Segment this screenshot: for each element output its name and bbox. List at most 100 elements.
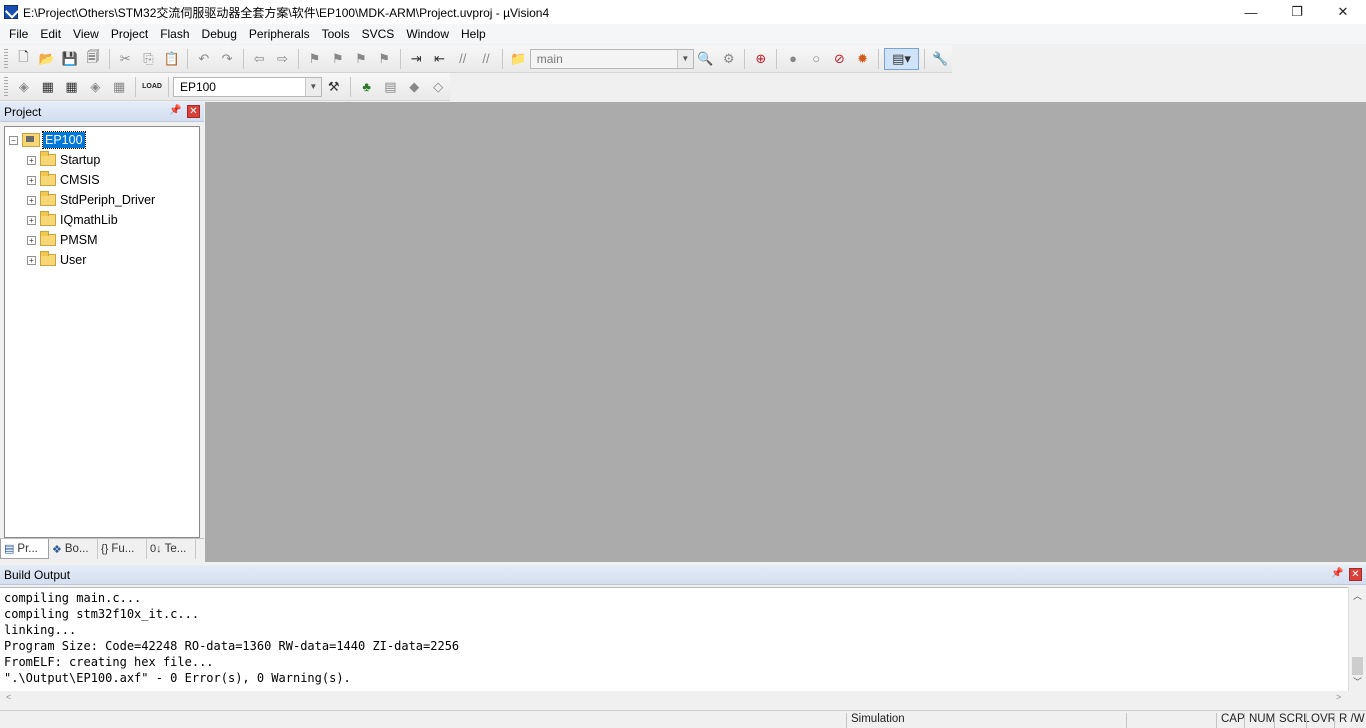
menu-project[interactable]: Project bbox=[106, 27, 153, 41]
expand-icon[interactable]: + bbox=[27, 175, 36, 185]
tree-group-pmsm[interactable]: + PMSM bbox=[27, 230, 98, 250]
menu-debug[interactable]: Debug bbox=[197, 27, 242, 41]
build-output-text[interactable]: compiling main.c... compiling stm32f10x_… bbox=[0, 587, 1348, 691]
expand-icon[interactable]: + bbox=[27, 215, 36, 225]
scroll-up-icon[interactable]: ︿ bbox=[1349, 589, 1366, 603]
menu-tools[interactable]: Tools bbox=[317, 27, 355, 41]
tab-books[interactable]: ❖ Bo... bbox=[49, 539, 98, 559]
stop-build-icon[interactable]: ▦ bbox=[108, 76, 130, 98]
toolbar-separator bbox=[349, 76, 351, 97]
menu-svcs[interactable]: SVCS bbox=[357, 27, 400, 41]
tree-group-startup[interactable]: + Startup bbox=[27, 150, 100, 170]
manage-components-icon[interactable]: ♣ bbox=[356, 76, 378, 98]
tree-group-label[interactable]: IQmathLib bbox=[60, 213, 118, 227]
close-icon[interactable]: ✕ bbox=[187, 105, 200, 118]
menu-peripherals[interactable]: Peripherals bbox=[244, 27, 315, 41]
pin-icon[interactable]: 📌 bbox=[169, 105, 181, 118]
menu-window[interactable]: Window bbox=[401, 27, 454, 41]
tree-group-iqmathlib[interactable]: + IQmathLib bbox=[27, 210, 118, 230]
configure-icon[interactable]: 🔧 bbox=[930, 48, 951, 70]
tree-group-label[interactable]: CMSIS bbox=[60, 173, 100, 187]
scroll-right-icon[interactable]: > bbox=[1336, 692, 1341, 702]
maximize-button[interactable]: ❐ bbox=[1274, 0, 1320, 24]
tree-group-label[interactable]: StdPeriph_Driver bbox=[60, 193, 155, 207]
indent-icon[interactable]: ⇥ bbox=[406, 48, 427, 70]
scroll-down-icon[interactable]: ﹀ bbox=[1349, 675, 1366, 689]
build-icon[interactable]: ▦ bbox=[37, 76, 59, 98]
tree-group-label[interactable]: User bbox=[60, 253, 86, 267]
unindent-icon[interactable]: ⇤ bbox=[429, 48, 450, 70]
enable-breakpoint-icon[interactable]: ○ bbox=[806, 48, 827, 70]
expand-icon[interactable]: + bbox=[27, 195, 36, 205]
menu-view[interactable]: View bbox=[68, 27, 104, 41]
incremental-find-icon[interactable]: ⚙ bbox=[718, 48, 739, 70]
target-select[interactable]: EP100 ▼ bbox=[172, 76, 322, 97]
uncomment-icon[interactable]: // bbox=[475, 48, 496, 70]
bookmark-toggle-icon[interactable]: ⚑ bbox=[304, 48, 325, 70]
close-window-button[interactable]: ✕ bbox=[1320, 0, 1366, 24]
tree-group-stdperiph-driver[interactable]: + StdPeriph_Driver bbox=[27, 190, 155, 210]
horizontal-scrollbar[interactable]: < > bbox=[0, 691, 1348, 707]
batch-build-icon[interactable]: ◈ bbox=[84, 76, 106, 98]
translate-icon[interactable]: ◈ bbox=[13, 76, 35, 98]
bookmark-clear-icon[interactable]: ⚑ bbox=[374, 48, 395, 70]
chevron-down-icon[interactable]: ▼ bbox=[304, 77, 321, 96]
tree-group-cmsis[interactable]: + CMSIS bbox=[27, 170, 100, 190]
find-icon[interactable]: 🔍 bbox=[695, 48, 716, 70]
books-icon[interactable]: ◇ bbox=[427, 76, 449, 98]
folder-icon bbox=[40, 251, 56, 266]
load-download-icon[interactable]: LOAD bbox=[141, 76, 163, 98]
comment-icon[interactable]: // bbox=[452, 48, 473, 70]
window-layout-icon[interactable]: ▤▾ bbox=[884, 47, 919, 70]
bookmark-next-icon[interactable]: ⚑ bbox=[350, 48, 371, 70]
select-packs-icon[interactable]: ◆ bbox=[403, 76, 425, 98]
vertical-scrollbar[interactable]: ︿ ﹀ bbox=[1348, 587, 1366, 691]
menu-help[interactable]: Help bbox=[456, 27, 491, 41]
toolbar-grip[interactable] bbox=[4, 48, 8, 69]
undo-icon[interactable]: ↶ bbox=[193, 48, 214, 70]
menu-edit[interactable]: Edit bbox=[35, 27, 66, 41]
copy-icon[interactable]: ⎘ bbox=[138, 48, 159, 70]
scroll-left-icon[interactable]: < bbox=[6, 692, 11, 702]
tree-group-label[interactable]: Startup bbox=[60, 153, 100, 167]
tree-root-label[interactable]: EP100 bbox=[42, 131, 86, 149]
bookmark-prev-icon[interactable]: ⚑ bbox=[327, 48, 348, 70]
close-icon[interactable]: ✕ bbox=[1349, 568, 1362, 581]
collapse-icon[interactable]: − bbox=[9, 135, 18, 145]
chevron-down-icon[interactable]: ▼ bbox=[676, 49, 693, 68]
open-folder-icon[interactable]: 📂 bbox=[36, 48, 57, 70]
menu-flash[interactable]: Flash bbox=[155, 27, 194, 41]
editor-area[interactable] bbox=[205, 102, 1366, 562]
pin-icon[interactable]: 📌 bbox=[1331, 568, 1343, 581]
expand-icon[interactable]: + bbox=[27, 155, 36, 165]
menu-file[interactable]: File bbox=[4, 27, 33, 41]
tab-templates[interactable]: 0↓ Te... bbox=[147, 539, 196, 559]
save-all-icon[interactable]: 🗐 bbox=[82, 48, 103, 70]
find-in-files-icon[interactable]: 📁 bbox=[508, 48, 529, 70]
scrollbar-thumb[interactable] bbox=[1352, 657, 1363, 675]
cut-icon[interactable]: ✂ bbox=[115, 48, 136, 70]
save-icon[interactable]: 💾 bbox=[59, 48, 80, 70]
find-combo[interactable]: main ▼ bbox=[529, 48, 694, 69]
tab-project[interactable]: ▤ Pr... bbox=[0, 539, 49, 559]
kill-breakpoints-icon[interactable]: ✹ bbox=[852, 48, 873, 70]
paste-icon[interactable]: 📋 bbox=[161, 48, 182, 70]
minimize-button[interactable]: — bbox=[1228, 0, 1274, 24]
rebuild-icon[interactable]: ▦ bbox=[61, 76, 83, 98]
tree-root-row[interactable]: − EP100 bbox=[9, 130, 86, 150]
expand-icon[interactable]: + bbox=[27, 255, 36, 265]
debug-session-icon[interactable]: ⊕ bbox=[750, 48, 771, 70]
toolbar-grip[interactable] bbox=[4, 76, 8, 97]
tree-group-label[interactable]: PMSM bbox=[60, 233, 98, 247]
tree-group-user[interactable]: + User bbox=[27, 250, 86, 270]
navigate-back-icon[interactable]: ⇦ bbox=[249, 48, 270, 70]
target-options-icon[interactable]: ⚒ bbox=[323, 76, 345, 98]
navigate-forward-icon[interactable]: ⇨ bbox=[272, 48, 293, 70]
file-extensions-icon[interactable]: ▤ bbox=[380, 76, 402, 98]
tab-functions[interactable]: {} Fu... bbox=[98, 539, 147, 559]
expand-icon[interactable]: + bbox=[27, 235, 36, 245]
insert-breakpoint-icon[interactable]: ● bbox=[782, 48, 803, 70]
disable-breakpoints-icon[interactable]: ⊘ bbox=[829, 48, 850, 70]
new-file-icon[interactable]: 🗋 bbox=[13, 48, 34, 70]
redo-icon[interactable]: ↷ bbox=[216, 48, 237, 70]
